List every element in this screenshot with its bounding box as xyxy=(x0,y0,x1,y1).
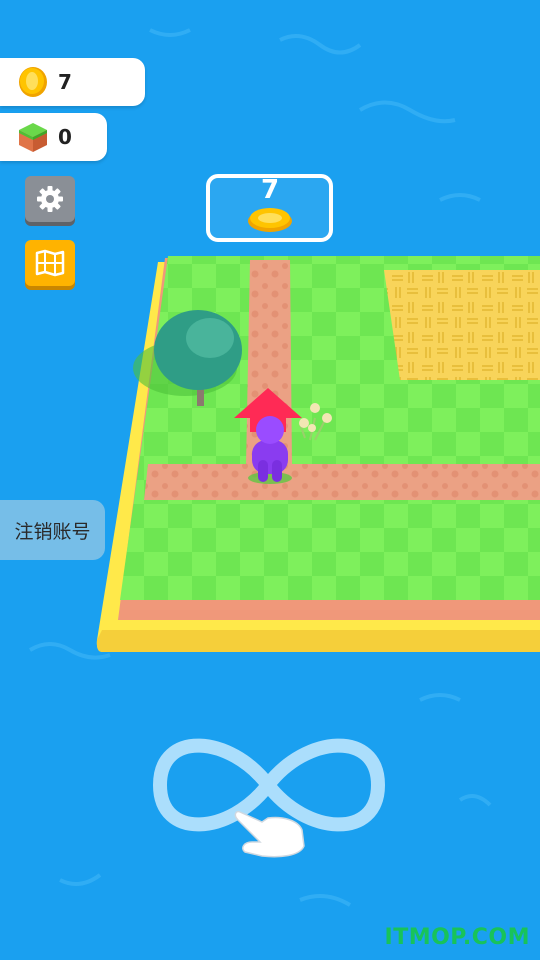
map-icon xyxy=(35,249,65,277)
block-counter: 0 xyxy=(0,113,107,161)
map-button[interactable] xyxy=(25,240,75,286)
settings-button[interactable] xyxy=(25,176,75,222)
infinity-gesture-hint xyxy=(152,738,386,858)
gear-icon xyxy=(37,186,63,212)
coin-counter: 7 xyxy=(0,58,145,106)
stone-path-horizontal xyxy=(144,464,540,500)
watermark: ITMOP.COM xyxy=(384,925,530,950)
hand-pointer-icon xyxy=(234,810,305,858)
block-count: 0 xyxy=(58,125,72,149)
grass-block-icon xyxy=(19,123,47,152)
cancel-account-button[interactable]: 注销账号 xyxy=(0,500,105,560)
coin-count: 7 xyxy=(58,70,72,94)
unlock-cost-label: 7 xyxy=(260,175,280,205)
island xyxy=(96,256,540,652)
coin-icon xyxy=(19,67,47,97)
locked-field xyxy=(384,270,540,380)
